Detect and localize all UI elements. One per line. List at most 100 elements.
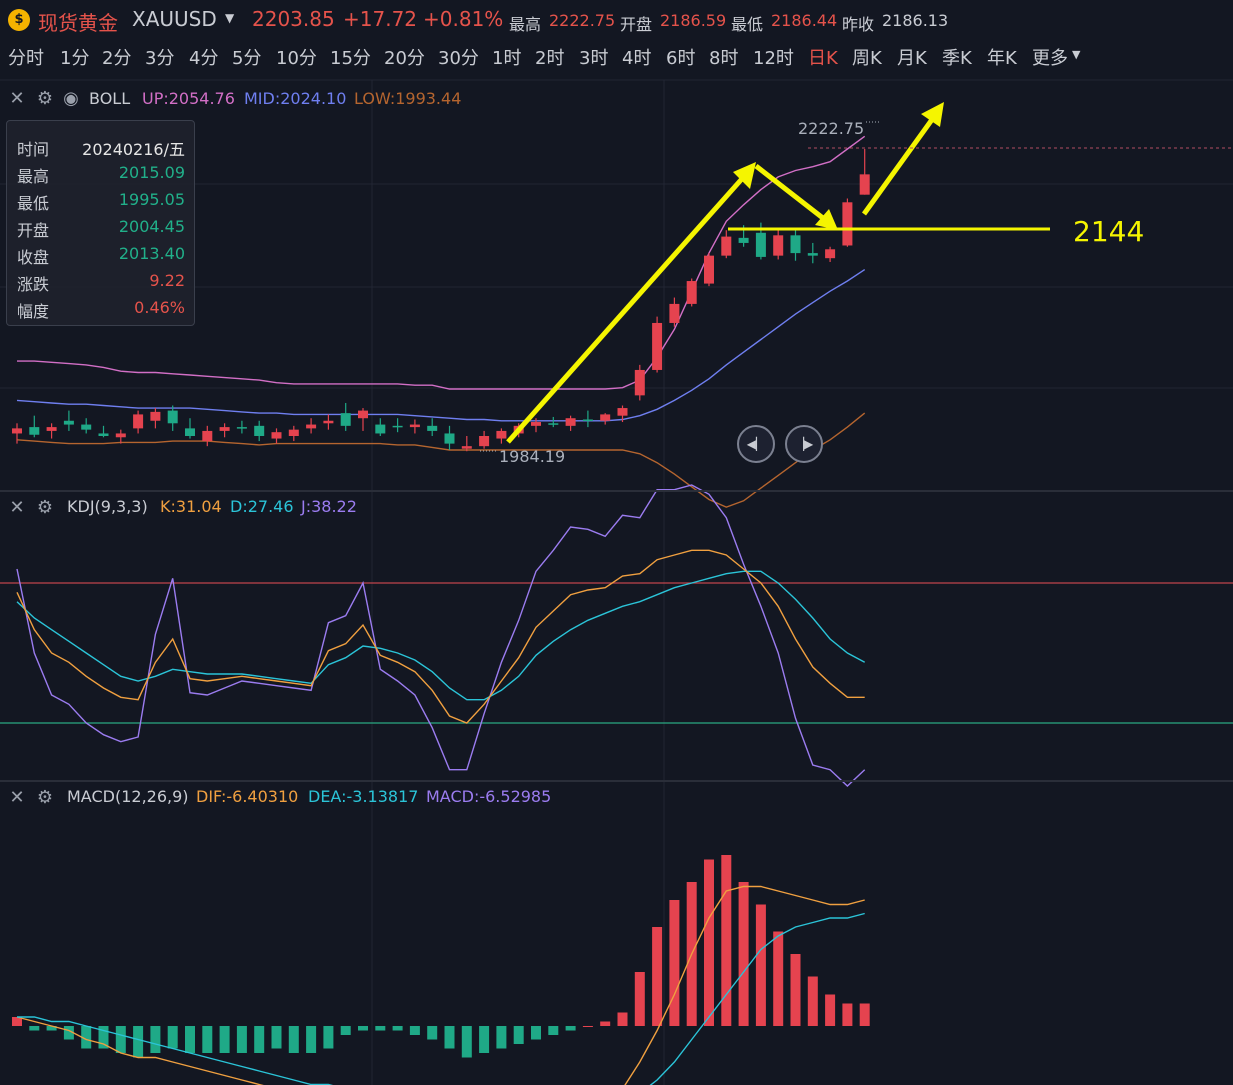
candle-body: [271, 432, 282, 439]
kdj-lines: [0, 484, 1233, 787]
kdj-k-value: K:31.04: [160, 497, 222, 516]
macd-bar: [842, 1003, 853, 1026]
candle-body: [790, 235, 801, 254]
candle-body: [185, 428, 195, 436]
boll-low-line: [16, 412, 866, 508]
gear-icon[interactable]: ⚙: [34, 88, 56, 110]
candle-body: [133, 414, 144, 429]
close-icon[interactable]: ✕: [6, 787, 28, 809]
macd-bar: [807, 976, 818, 1026]
candle-body: [409, 424, 420, 428]
candle: [444, 425, 455, 450]
candle-tooltip: 时间 20240216/五 最高 2015.09 最低 1995.05 开盘 2004.…: [6, 120, 195, 326]
annotations: 2144 2222.75 1984.19: [480, 102, 1233, 466]
candle-body: [427, 425, 438, 431]
candle: [807, 242, 818, 264]
candle: [81, 418, 92, 434]
candle-body: [548, 423, 559, 425]
macd-dif-value: DIF:-6.40310: [196, 787, 299, 806]
macd-bar: [461, 1026, 472, 1058]
kdj-j-line: [16, 484, 866, 787]
macd-bar: [704, 859, 714, 1026]
candle-body: [306, 424, 317, 429]
macd-bar: [340, 1026, 351, 1035]
candle: [288, 425, 299, 442]
eye-icon[interactable]: ◉: [60, 88, 82, 110]
candle: [859, 148, 870, 195]
candle: [236, 420, 247, 434]
macd-bar: [392, 1026, 403, 1031]
macd-bar: [531, 1026, 541, 1040]
boll-mid-value: MID:2024.10: [244, 89, 347, 108]
macd-value: MACD:-6.52985: [426, 787, 552, 806]
candle: [704, 253, 714, 287]
candle: [98, 425, 109, 438]
macd-bar: [133, 1026, 144, 1058]
support-level-label: 2144: [1073, 215, 1144, 248]
macd-bar: [444, 1026, 455, 1049]
candle-body: [98, 433, 109, 436]
candle-body: [461, 446, 472, 449]
candle: [496, 428, 507, 444]
macd-bar: [375, 1026, 386, 1031]
candle: [306, 418, 317, 434]
macd-bar: [306, 1026, 317, 1053]
macd-bar: [479, 1026, 490, 1053]
candle-body: [565, 418, 576, 426]
macd-bar: [738, 882, 749, 1026]
macd-dea-value: DEA:-3.13817: [308, 787, 419, 806]
kdj-d-value: D:27.46: [230, 497, 294, 516]
gear-icon[interactable]: ⚙: [34, 787, 56, 809]
candle: [219, 423, 230, 438]
macd-bar: [167, 1026, 178, 1049]
candle: [358, 408, 368, 431]
macd-bar: [721, 855, 732, 1026]
macd-bar: [600, 1021, 611, 1026]
candle: [392, 418, 403, 433]
macd-bar: [427, 1026, 438, 1040]
candle-body: [46, 427, 57, 431]
macd-bar: [773, 931, 784, 1026]
macd-bar: [548, 1026, 559, 1035]
panel-divider: [0, 490, 1233, 492]
macd-bar: [634, 972, 645, 1026]
candle: [202, 425, 213, 447]
candle: [115, 429, 126, 444]
candle: [686, 278, 697, 307]
macd-bar: [496, 1026, 507, 1049]
candle-body: [29, 427, 40, 435]
candle-body: [617, 408, 628, 416]
macd-bar: [288, 1026, 299, 1053]
candle-body: [444, 433, 455, 444]
candle: [790, 230, 801, 261]
candle: [254, 420, 265, 442]
macd-bar: [29, 1026, 40, 1031]
close-icon[interactable]: ✕: [6, 88, 28, 110]
candle-body: [150, 411, 161, 421]
candle-body: [340, 413, 351, 426]
uptrend-arrow-1: [506, 170, 750, 444]
macd-bar: [825, 994, 836, 1026]
candle-body: [842, 202, 853, 246]
macd-bar: [219, 1026, 230, 1053]
candle: [600, 413, 611, 425]
candle-body: [496, 430, 507, 439]
candle: [461, 435, 472, 452]
close-icon[interactable]: ✕: [6, 497, 28, 519]
candle-body: [652, 322, 663, 370]
gear-icon[interactable]: ⚙: [34, 497, 56, 519]
candle: [340, 402, 351, 431]
scroll-forward-button[interactable]: ▕▶: [785, 425, 823, 463]
panel-divider: [0, 780, 1233, 782]
candle-body: [773, 235, 784, 256]
candle-body: [392, 425, 403, 428]
macd-bar: [271, 1026, 282, 1049]
uptrend-arrow-2-head: [921, 102, 944, 127]
candle: [323, 414, 334, 430]
scroll-back-button[interactable]: ◀▏: [737, 425, 775, 463]
candle-body: [704, 255, 714, 284]
kdj-d-line: [16, 570, 866, 701]
candle: [29, 415, 40, 438]
candle: [409, 419, 420, 434]
boll-low-value: LOW:1993.44: [354, 89, 462, 108]
